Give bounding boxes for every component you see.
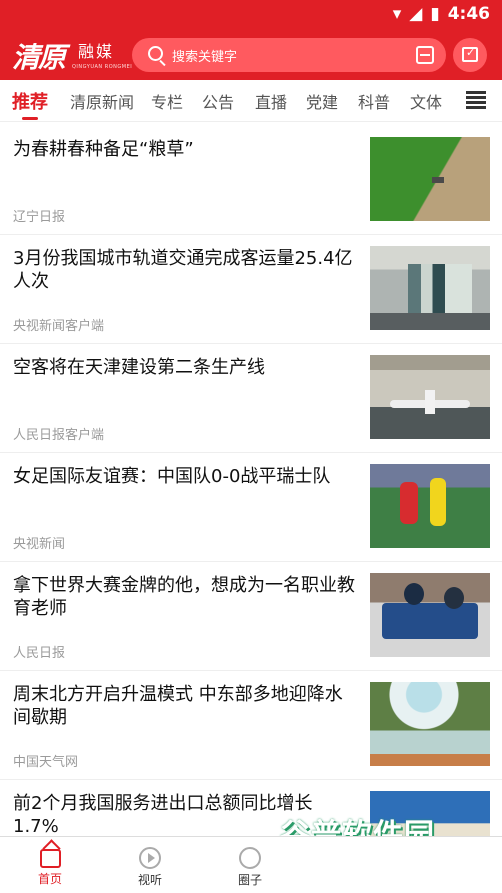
- search-placeholder: 搜索关键字: [172, 50, 238, 65]
- search-input[interactable]: 搜索关键字: [132, 38, 446, 72]
- menu-line: [466, 91, 486, 94]
- news-source: 央视新闻客户端: [13, 319, 105, 334]
- list-item[interactable]: 拿下世界大赛金牌的他，想成为一名职业教育老师 人民日报: [0, 562, 502, 671]
- news-title: 女足国际友谊赛：中国队0-0战平瑞士队: [13, 466, 331, 487]
- menu-icon[interactable]: [466, 91, 486, 109]
- search-icon: [148, 46, 163, 61]
- news-thumbnail[interactable]: [370, 682, 490, 766]
- news-title: 周末北方开启升温模式 中东部多地迎降水间歇期: [13, 684, 343, 728]
- status-icons: ▾ ◢ ▮ 4:46: [393, 4, 490, 24]
- tab-qingyuan-news[interactable]: 清原新闻: [60, 80, 144, 122]
- list-item[interactable]: 空客将在天津建设第二条生产线 人民日报客户端: [0, 344, 502, 453]
- news-thumbnail[interactable]: [370, 573, 490, 657]
- home-icon: [39, 849, 61, 868]
- news-thumbnail[interactable]: [370, 355, 490, 439]
- list-item[interactable]: 周末北方开启升温模式 中东部多地迎降水间歇期 中国天气网: [0, 671, 502, 780]
- nav-audio-visual[interactable]: 视听: [100, 837, 200, 893]
- list-item[interactable]: 为春耕春种备足“粮草” 辽宁日报: [0, 126, 502, 235]
- battery-icon: ▮: [430, 4, 440, 24]
- list-item[interactable]: 3月份我国城市轨道交通完成客运量25.4亿人次 央视新闻客户端: [0, 235, 502, 344]
- list-item[interactable]: 女足国际友谊赛：中国队0-0战平瑞士队 央视新闻: [0, 453, 502, 562]
- calendar-check-icon: [462, 46, 478, 62]
- status-time: 4:46: [447, 4, 490, 24]
- news-title: 空客将在天津建设第二条生产线: [13, 357, 265, 378]
- news-title: 前2个月我国服务进出口总额同比增长1.7%: [13, 793, 313, 836]
- nav-home-label: 首页: [37, 872, 62, 886]
- calendar-button[interactable]: [453, 38, 487, 72]
- bottom-navigation: 首页 视听 圈子: [0, 836, 502, 892]
- tab-columns[interactable]: 专栏: [144, 80, 190, 122]
- nav-circle-label: 圈子: [237, 873, 262, 887]
- circle-icon: [239, 847, 261, 869]
- nav-home[interactable]: 首页: [0, 837, 100, 893]
- scan-icon[interactable]: [416, 46, 434, 64]
- news-feed: 为春耕春种备足“粮草” 辽宁日报 3月份我国城市轨道交通完成客运量25.4亿人次…: [0, 126, 502, 836]
- news-title: 3月份我国城市轨道交通完成客运量25.4亿人次: [13, 248, 353, 292]
- tab-announcements[interactable]: 公告: [190, 80, 246, 122]
- app-logo: 清原: [12, 41, 66, 74]
- news-thumbnail[interactable]: [370, 464, 490, 548]
- tab-live[interactable]: 直播: [246, 80, 296, 122]
- news-thumbnail[interactable]: [370, 246, 490, 330]
- news-source: 辽宁日报: [13, 210, 66, 225]
- category-tabs: 推荐 清原新闻 专栏 公告 直播 党建 科普 文体: [0, 80, 502, 122]
- tab-party-building[interactable]: 党建: [296, 80, 348, 122]
- wifi-icon: ▾: [392, 4, 402, 24]
- news-thumbnail[interactable]: [370, 791, 490, 836]
- tab-culture-sports[interactable]: 文体: [400, 80, 452, 122]
- brand-subtitle: QINGYUAN RONGMEI: [72, 64, 133, 70]
- play-icon: [139, 847, 161, 869]
- news-source: 央视新闻: [13, 537, 66, 552]
- nav-circle[interactable]: 圈子: [200, 837, 300, 893]
- tab-science[interactable]: 科普: [348, 80, 400, 122]
- list-item[interactable]: 前2个月我国服务进出口总额同比增长1.7%: [0, 780, 502, 836]
- news-title: 拿下世界大赛金牌的他，想成为一名职业教育老师: [13, 575, 355, 619]
- news-source: 中国天气网: [13, 755, 79, 770]
- news-source: 人民日报: [13, 646, 66, 661]
- menu-line: [466, 101, 486, 104]
- tab-recommended[interactable]: 推荐: [0, 80, 60, 122]
- signal-icon: ◢: [409, 4, 423, 24]
- menu-line: [466, 96, 486, 99]
- status-bar: ▾ ◢ ▮ 4:46: [0, 0, 502, 28]
- brand-name: 融媒: [78, 42, 115, 61]
- menu-line: [466, 106, 486, 109]
- nav-audio-visual-label: 视听: [137, 873, 162, 887]
- app-header: 清原 融媒 QINGYUAN RONGMEI 搜索关键字: [0, 28, 502, 80]
- news-thumbnail[interactable]: [370, 137, 490, 221]
- news-title: 为春耕春种备足“粮草”: [13, 139, 194, 160]
- news-source: 人民日报客户端: [13, 428, 105, 443]
